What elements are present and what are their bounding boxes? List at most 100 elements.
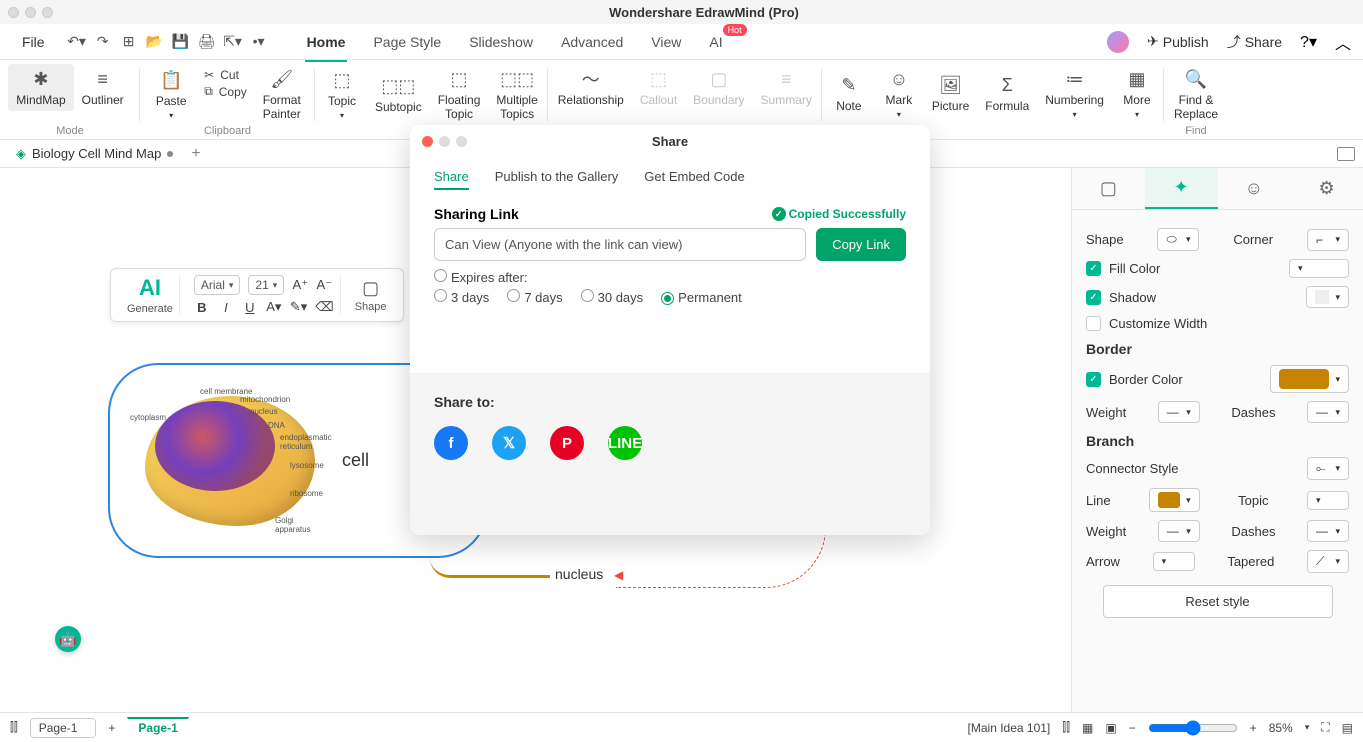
floating-topic-button[interactable]: ⬚Floating Topic: [430, 64, 489, 125]
border-color-checkbox[interactable]: ✓: [1086, 372, 1101, 387]
view-icon-3[interactable]: ▣: [1105, 721, 1116, 735]
expire-permanent[interactable]: Permanent: [661, 290, 742, 305]
panel-tab-shape[interactable]: ▢: [1072, 168, 1145, 209]
ai-assistant-bubble[interactable]: 🤖: [55, 626, 81, 652]
zoom-in-button[interactable]: +: [1250, 721, 1257, 735]
expire-7days[interactable]: 7 days: [507, 289, 562, 305]
multiple-topics-button[interactable]: ⬚⬚Multiple Topics: [488, 64, 545, 125]
export-icon[interactable]: ⇱▾: [225, 34, 241, 50]
undo-icon[interactable]: ↶▾: [69, 34, 85, 50]
tab-ai[interactable]: AIHot: [707, 30, 724, 54]
tab-slideshow[interactable]: Slideshow: [467, 30, 535, 54]
document-tab[interactable]: ◈ Biology Cell Mind Map: [8, 144, 181, 164]
bold-button[interactable]: B: [194, 300, 210, 315]
view-icon-2[interactable]: ▦: [1082, 721, 1093, 735]
more-button[interactable]: ▦More▾: [1112, 64, 1162, 123]
fill-color-select[interactable]: ▾: [1289, 259, 1349, 278]
clear-format-button[interactable]: ⌫: [315, 299, 333, 315]
topic-select[interactable]: ▾: [1307, 491, 1349, 510]
pinterest-icon[interactable]: P: [550, 426, 584, 460]
decrease-font-icon[interactable]: A⁻: [316, 277, 332, 293]
increase-font-icon[interactable]: A⁺: [292, 277, 308, 293]
expires-radio[interactable]: [434, 269, 447, 282]
shadow-select[interactable]: ▾: [1306, 286, 1349, 308]
fit-icon[interactable]: ▤: [1342, 721, 1353, 735]
page-tab[interactable]: Page-1: [127, 717, 188, 738]
shape-select[interactable]: ⬭▾: [1157, 228, 1199, 251]
copy-button[interactable]: ⧉Copy: [204, 84, 247, 99]
line-dashes-select[interactable]: —▾: [1307, 520, 1349, 542]
help-icon[interactable]: ?▾: [1300, 32, 1317, 52]
redo-icon[interactable]: ↷: [95, 34, 111, 50]
mindmap-mode[interactable]: ✱MindMap: [8, 64, 73, 111]
twitter-icon[interactable]: 𝕏: [492, 426, 526, 460]
shape-button[interactable]: Shape: [355, 301, 387, 313]
line-icon[interactable]: LINE: [608, 426, 642, 460]
relationship-button[interactable]: 〜Relationship: [550, 64, 632, 111]
tab-home[interactable]: Home: [305, 30, 348, 54]
shadow-checkbox[interactable]: ✓: [1086, 290, 1101, 305]
add-page-button[interactable]: +: [108, 721, 115, 735]
arrow-select[interactable]: ▾: [1153, 552, 1195, 571]
page-select[interactable]: Page-1: [30, 718, 97, 738]
tab-page-style[interactable]: Page Style: [371, 30, 443, 54]
add-tab-button[interactable]: +: [191, 145, 200, 163]
save-icon[interactable]: 💾: [173, 34, 189, 50]
tapered-select[interactable]: ⟋▾: [1307, 550, 1349, 573]
relationship-arrow[interactable]: [616, 528, 826, 588]
zoom-out-button[interactable]: −: [1129, 721, 1136, 735]
topic-button[interactable]: ⬚Topic▾: [317, 64, 367, 125]
share-button[interactable]: ⤴Share: [1227, 32, 1282, 52]
publish-gallery-tab[interactable]: Publish to the Gallery: [495, 165, 619, 190]
copy-link-button[interactable]: Copy Link: [816, 228, 906, 261]
outline-icon[interactable]: ⫿⫿: [10, 720, 18, 735]
view-icon-1[interactable]: ⫿⫿: [1062, 720, 1070, 735]
collapse-ribbon-icon[interactable]: ︿: [1335, 30, 1351, 54]
panel-toggle[interactable]: [1337, 147, 1355, 161]
new-icon[interactable]: ⊞: [121, 34, 137, 50]
panel-tab-settings[interactable]: ⚙: [1290, 168, 1363, 209]
tab-advanced[interactable]: Advanced: [559, 30, 625, 54]
underline-button[interactable]: U: [242, 300, 258, 315]
share-link-input[interactable]: Can View (Anyone with the link can view): [434, 228, 806, 261]
window-traffic-lights[interactable]: [8, 7, 53, 18]
expire-30days[interactable]: 30 days: [581, 289, 644, 305]
zoom-level[interactable]: 85%: [1269, 721, 1293, 735]
paste-button[interactable]: 📋Paste▾: [146, 64, 196, 125]
corner-select[interactable]: ⌐▾: [1307, 229, 1349, 251]
generate-button[interactable]: Generate: [127, 303, 173, 315]
font-color-button[interactable]: A▾: [266, 299, 282, 315]
file-menu[interactable]: File: [12, 30, 55, 54]
panel-tab-style[interactable]: ✦: [1145, 168, 1218, 209]
connector-select[interactable]: ⟜▾: [1307, 457, 1349, 480]
share-tab[interactable]: Share: [434, 165, 469, 190]
fullscreen-icon[interactable]: ⛶: [1321, 720, 1329, 735]
format-painter-button[interactable]: 🖌Format Painter: [255, 64, 309, 125]
picture-button[interactable]: 🖼Picture: [924, 64, 977, 123]
formula-button[interactable]: ΣFormula: [977, 64, 1037, 123]
width-checkbox[interactable]: [1086, 316, 1101, 331]
open-icon[interactable]: 📂: [147, 34, 163, 50]
reset-style-button[interactable]: Reset style: [1103, 585, 1333, 618]
highlight-button[interactable]: ✎▾: [290, 299, 307, 315]
numbering-button[interactable]: ≔Numbering▾: [1037, 64, 1112, 123]
note-button[interactable]: ✎Note: [824, 64, 874, 123]
facebook-icon[interactable]: f: [434, 426, 468, 460]
panel-tab-icon[interactable]: ☺: [1218, 168, 1291, 209]
print-icon[interactable]: 🖨: [199, 34, 215, 50]
fill-checkbox[interactable]: ✓: [1086, 261, 1101, 276]
italic-button[interactable]: I: [218, 300, 234, 315]
zoom-slider[interactable]: [1148, 720, 1238, 736]
cut-button[interactable]: ✂Cut: [204, 68, 247, 82]
font-select[interactable]: Arial▾: [194, 275, 241, 295]
more-icon[interactable]: •▾: [251, 34, 267, 50]
embed-code-tab[interactable]: Get Embed Code: [644, 165, 744, 190]
mark-button[interactable]: ☺Mark▾: [874, 64, 924, 123]
publish-button[interactable]: ✈Publish: [1147, 33, 1209, 50]
find-replace-button[interactable]: 🔍Find & Replace: [1166, 64, 1226, 125]
border-dashes-select[interactable]: —▾: [1307, 401, 1349, 423]
border-weight-select[interactable]: —▾: [1158, 401, 1200, 423]
outliner-mode[interactable]: ≡Outliner: [74, 64, 132, 111]
expire-3days[interactable]: 3 days: [434, 289, 489, 305]
subtopic-button[interactable]: ⬚⬚Subtopic: [367, 64, 430, 125]
